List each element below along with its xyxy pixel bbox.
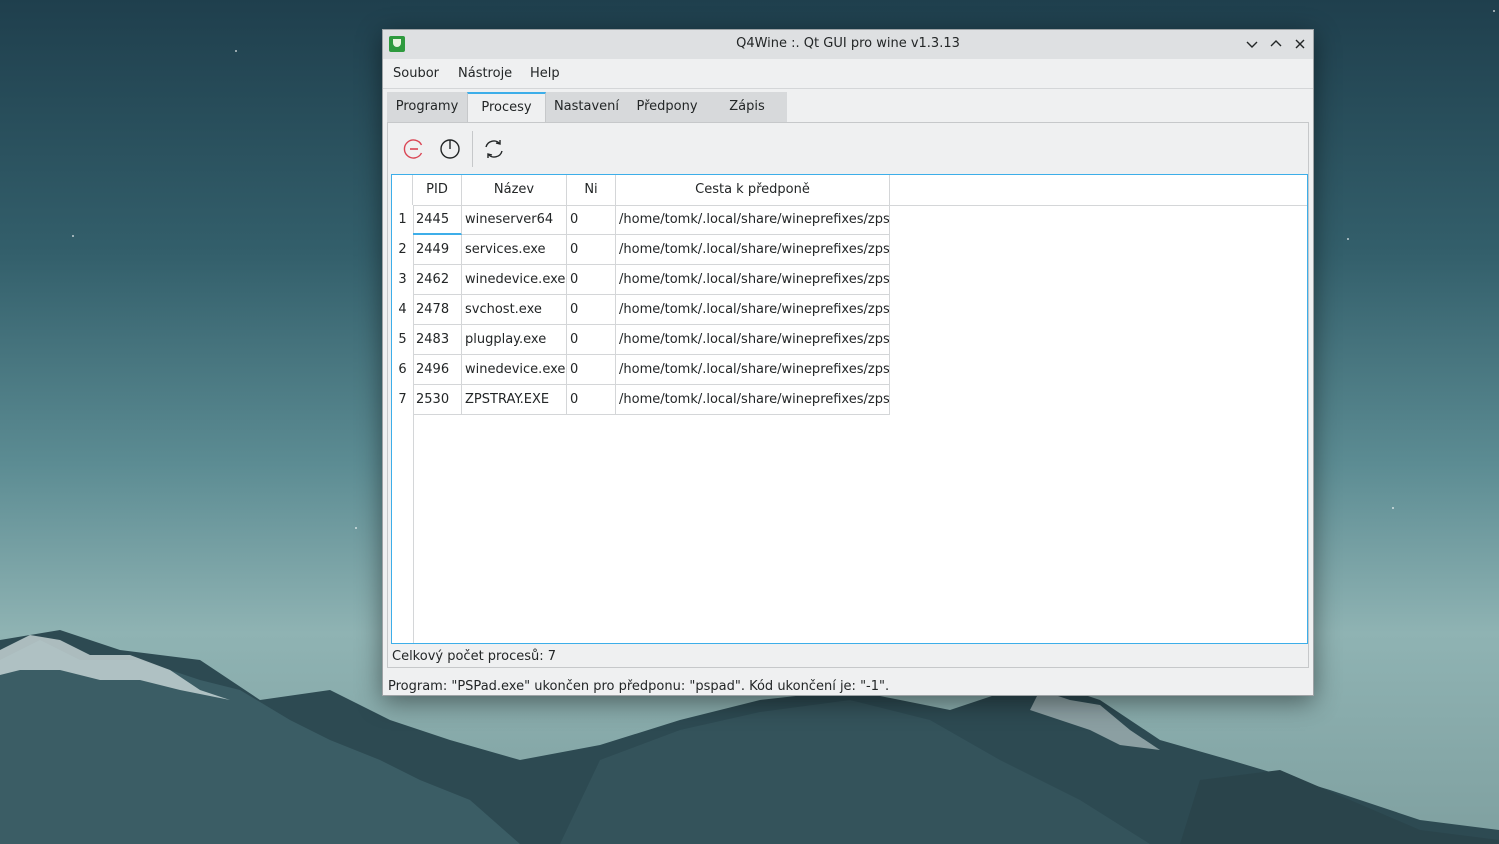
cell-pid[interactable]: 2483	[413, 325, 462, 355]
row-number[interactable]: 3	[392, 265, 413, 295]
power-icon	[440, 139, 460, 159]
cell-ni[interactable]: 0	[567, 295, 616, 325]
column-header-ni[interactable]: Ni	[567, 175, 616, 205]
tab-procesy[interactable]: Procesy	[467, 92, 546, 122]
process-count-label: Celkový počet procesů: 7	[392, 649, 557, 664]
row-number[interactable]: 5	[392, 325, 413, 355]
cell-name[interactable]: svchost.exe	[462, 295, 567, 325]
refresh-button[interactable]	[481, 136, 507, 162]
maximize-button[interactable]	[1268, 36, 1284, 52]
table-row[interactable]: 1 2445 wineserver64 0/home/tomk/.local/shar…	[392, 205, 890, 235]
star	[72, 235, 74, 237]
close-button[interactable]	[1292, 36, 1308, 52]
table-header: PID Název Ni Cesta k předponě	[392, 175, 1307, 206]
cell-prefix-path[interactable]: /home/tomk/.local/share/wineprefixes/zps	[616, 355, 890, 385]
star	[1392, 507, 1394, 509]
tab-bar: Programy Procesy Nastavení Předpony Zápi…	[387, 92, 787, 122]
menu-help[interactable]: Help	[530, 66, 560, 81]
cell-name[interactable]: services.exe	[462, 235, 567, 265]
stop-process-icon	[403, 139, 423, 159]
cell-name[interactable]: winedevice.exe	[462, 265, 567, 295]
menu-soubor[interactable]: Soubor	[393, 66, 439, 81]
toolbar	[388, 123, 1308, 173]
header-corner[interactable]	[392, 175, 413, 205]
processes-panel: PID Název Ni Cesta k předponě 1 2445 wines…	[387, 122, 1309, 668]
cell-ni[interactable]: 0	[567, 385, 616, 415]
table-row[interactable]: 7 2530 ZPSTRAY.EXE 0/home/tomk/.local/share…	[392, 385, 890, 415]
menu-nastroje[interactable]: Nástroje	[458, 66, 512, 81]
cell-prefix-path[interactable]: /home/tomk/.local/share/wineprefixes/zps	[616, 265, 890, 295]
star	[235, 50, 237, 52]
table-row[interactable]: 3 2462 winedevice.exe 0/home/tomk/.local/sh…	[392, 265, 890, 295]
close-icon	[1295, 39, 1305, 49]
column-header-name[interactable]: Název	[462, 175, 567, 205]
cell-prefix-path[interactable]: /home/tomk/.local/share/wineprefixes/zps	[616, 385, 890, 415]
star	[355, 527, 357, 529]
minimize-button[interactable]	[1244, 36, 1260, 52]
cell-pid[interactable]: 2445	[413, 205, 462, 235]
app-window: Q4Wine :. Qt GUI pro wine v1.3.13 Soubor…	[382, 29, 1314, 696]
table-row[interactable]: 2 2449 services.exe 0/home/tomk/.local/shar…	[392, 235, 890, 265]
process-table[interactable]: PID Název Ni Cesta k předponě 1 2445 wines…	[391, 174, 1308, 644]
table-row[interactable]: 4 2478 svchost.exe 0/home/tomk/.local/share…	[392, 295, 890, 325]
tab-zapis[interactable]: Zápis	[707, 92, 787, 122]
column-header-prefix-path[interactable]: Cesta k předponě	[616, 175, 890, 205]
refresh-icon	[485, 140, 503, 158]
cell-pid[interactable]: 2462	[413, 265, 462, 295]
cell-name[interactable]: winedevice.exe	[462, 355, 567, 385]
table-row[interactable]: 6 2496 winedevice.exe 0/home/tomk/.local/sh…	[392, 355, 890, 385]
row-number[interactable]: 2	[392, 235, 413, 265]
cell-pid[interactable]: 2530	[413, 385, 462, 415]
stop-process-button[interactable]	[401, 136, 427, 162]
cell-pid[interactable]: 2478	[413, 295, 462, 325]
chevron-down-icon	[1246, 41, 1258, 48]
row-number[interactable]: 7	[392, 385, 413, 415]
cell-name[interactable]: plugplay.exe	[462, 325, 567, 355]
cell-name[interactable]: ZPSTRAY.EXE	[462, 385, 567, 415]
row-number[interactable]: 4	[392, 295, 413, 325]
cell-pid[interactable]: 2496	[413, 355, 462, 385]
cell-prefix-path[interactable]: /home/tomk/.local/share/wineprefixes/zps	[616, 295, 890, 325]
cell-prefix-path[interactable]: /home/tomk/.local/share/wineprefixes/zps	[616, 235, 890, 265]
kill-process-button[interactable]	[437, 136, 463, 162]
row-number[interactable]: 6	[392, 355, 413, 385]
chevron-up-icon	[1270, 40, 1282, 47]
status-bar-message: Program: "PSPad.exe" ukončen pro předpon…	[388, 679, 890, 694]
column-header-pid[interactable]: PID	[413, 175, 462, 205]
star	[1347, 238, 1349, 240]
cell-ni[interactable]: 0	[567, 205, 616, 235]
window-title: Q4Wine :. Qt GUI pro wine v1.3.13	[736, 36, 960, 51]
cell-ni[interactable]: 0	[567, 235, 616, 265]
title-bar[interactable]: Q4Wine :. Qt GUI pro wine v1.3.13	[383, 30, 1313, 59]
tab-nastaveni[interactable]: Nastavení	[546, 92, 627, 122]
cell-ni[interactable]: 0	[567, 265, 616, 295]
cell-ni[interactable]: 0	[567, 355, 616, 385]
tab-predpony[interactable]: Předpony	[627, 92, 707, 122]
row-number[interactable]: 1	[392, 205, 413, 235]
menu-bar: Soubor Nástroje Help	[383, 59, 1313, 89]
star	[1493, 10, 1495, 12]
cell-prefix-path[interactable]: /home/tomk/.local/share/wineprefixes/zps	[616, 205, 890, 235]
toolbar-separator	[472, 131, 473, 167]
table-row[interactable]: 5 2483 plugplay.exe 0/home/tomk/.local/shar…	[392, 325, 890, 355]
cell-pid[interactable]: 2449	[413, 235, 462, 265]
cell-prefix-path[interactable]: /home/tomk/.local/share/wineprefixes/zps	[616, 325, 890, 355]
cell-name[interactable]: wineserver64	[462, 205, 567, 235]
tab-programy[interactable]: Programy	[387, 92, 467, 122]
cell-ni[interactable]: 0	[567, 325, 616, 355]
